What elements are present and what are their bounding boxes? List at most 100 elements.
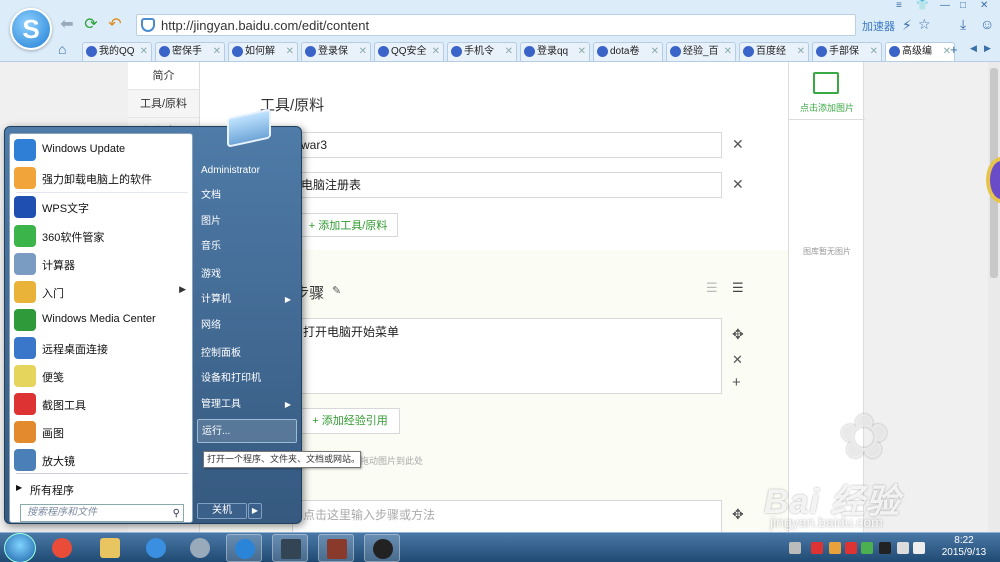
browser-tab[interactable]: 手机令 ✕ — [447, 42, 517, 61]
edit-pencil-icon[interactable]: ✎ — [332, 284, 341, 297]
browser-tab[interactable]: 登录qq ✕ — [520, 42, 590, 61]
start-place-item[interactable]: 文档 — [197, 184, 297, 208]
new-tab-button[interactable]: + — [950, 42, 958, 57]
add-reference-button[interactable]: + 添加经验引用 — [300, 408, 400, 434]
address-bar[interactable]: http://jingyan.baidu.com/edit/content — [136, 14, 856, 36]
browser-tab[interactable]: QQ安全 ✕ — [374, 42, 444, 61]
browser-tab[interactable]: 经验_百 ✕ — [666, 42, 736, 61]
undo-icon[interactable]: ↶ — [106, 16, 124, 34]
all-programs-button[interactable]: 所有程序 — [30, 482, 74, 498]
home-icon[interactable]: ⌂ — [58, 41, 66, 57]
tab-close-icon[interactable]: ✕ — [870, 43, 878, 60]
browser-tab[interactable]: 我的QQ ✕ — [82, 42, 152, 61]
taskbar-game-icon[interactable] — [318, 534, 354, 562]
user-icon[interactable]: ☺ — [980, 16, 994, 32]
left-nav-item-tools[interactable]: 工具/原料 — [128, 90, 199, 118]
add-step-icon[interactable]: + — [732, 374, 741, 391]
move-step-2-icon[interactable]: ✥ — [732, 506, 744, 523]
browser-tab[interactable]: 密保手 ✕ — [155, 42, 225, 61]
start-button[interactable] — [4, 533, 36, 562]
start-place-item[interactable]: 游戏 — [197, 263, 297, 287]
left-nav-item-intro[interactable]: 简介 — [128, 62, 199, 90]
browser-tab[interactable]: 高级编 ✕ — [885, 42, 955, 61]
taskbar-sogou-browser-icon[interactable] — [226, 534, 262, 562]
start-program-item[interactable]: 截图工具 — [10, 390, 192, 418]
tab-scroll-left-icon[interactable]: ◀ — [970, 43, 977, 54]
clock[interactable]: 8:22 2015/9/13 — [937, 535, 991, 559]
start-place-item[interactable]: 设备和打印机 — [197, 367, 297, 391]
tool-input-1[interactable]: war3 — [292, 132, 722, 158]
bolt-icon[interactable]: ⚡ — [902, 17, 912, 34]
taskbar-film-icon[interactable] — [272, 534, 308, 562]
tray-network-icon[interactable] — [897, 542, 909, 554]
shutdown-button[interactable]: 关机 — [197, 503, 247, 519]
tab-close-icon[interactable]: ✕ — [505, 43, 513, 60]
tab-close-icon[interactable]: ✕ — [724, 43, 732, 60]
tab-scroll-right-icon[interactable]: ▶ — [984, 43, 991, 54]
start-program-item[interactable]: 放大镜 — [10, 446, 192, 474]
ordered-list-icon[interactable]: ☰ — [706, 280, 718, 296]
taskbar-360-icon[interactable] — [44, 534, 80, 562]
tab-close-icon[interactable]: ✕ — [286, 43, 294, 60]
tab-close-icon[interactable]: ✕ — [432, 43, 440, 60]
start-place-item[interactable]: 控制面板 — [197, 342, 297, 366]
start-program-item[interactable]: WPS文字 — [10, 193, 192, 221]
start-place-item[interactable]: 音乐 — [197, 235, 297, 259]
start-program-item[interactable]: 便笺 — [10, 362, 192, 390]
tray-app-icon[interactable] — [811, 542, 823, 554]
move-step-1-icon[interactable]: ✥ — [732, 326, 744, 343]
add-image-button[interactable]: 点击添加图片 — [789, 62, 865, 120]
browser-tab[interactable]: 如何解 ✕ — [228, 42, 298, 61]
taskbar-ie-icon[interactable] — [138, 534, 174, 562]
tray-qq-icon[interactable] — [879, 542, 891, 554]
start-place-item[interactable]: 网络 — [197, 314, 297, 338]
delete-tool-1-icon[interactable]: ✕ — [732, 136, 744, 153]
close-window-icon[interactable]: ✕ — [980, 0, 988, 11]
start-search-input[interactable]: 搜索程序和文件 ⚲ — [20, 504, 184, 522]
step-1-textarea[interactable]: 打开电脑开始菜单 — [292, 318, 722, 394]
shutdown-options-button[interactable]: ▶ — [248, 503, 262, 519]
add-tool-button[interactable]: + 添加工具/原料 — [298, 213, 398, 237]
tray-app-icon[interactable] — [845, 542, 857, 554]
unordered-list-icon[interactable]: ☰ — [732, 280, 744, 296]
browser-tab[interactable]: 登录保 ✕ — [301, 42, 371, 61]
browser-tab[interactable]: 手部保 ✕ — [812, 42, 882, 61]
tool-input-2[interactable]: 电脑注册表 — [292, 172, 722, 198]
tab-close-icon[interactable]: ✕ — [578, 43, 586, 60]
refresh-icon[interactable]: ⟳ — [82, 16, 100, 34]
start-program-item[interactable]: Windows Update — [10, 136, 192, 164]
skin-icon[interactable]: 👕 — [916, 0, 928, 11]
taskbar-qq-icon[interactable] — [364, 534, 400, 562]
tab-close-icon[interactable]: ✕ — [651, 43, 659, 60]
address-url[interactable]: http://jingyan.baidu.com/edit/content — [161, 18, 369, 33]
start-program-item[interactable]: 计算器 — [10, 250, 192, 278]
favorite-star-icon[interactable]: ☆ — [918, 16, 931, 33]
delete-tool-2-icon[interactable]: ✕ — [732, 176, 744, 193]
start-program-item[interactable]: 强力卸载电脑上的软件 — [10, 164, 192, 192]
start-place-item[interactable]: 管理工具 ▶ — [197, 393, 297, 417]
browser-tab[interactable]: 百度经 ✕ — [739, 42, 809, 61]
accelerator-button[interactable]: 加速器 — [862, 18, 895, 34]
back-icon[interactable]: ⬅ — [58, 16, 76, 34]
minimize-icon[interactable]: — — [940, 0, 950, 11]
taskbar-safari-icon[interactable] — [182, 534, 218, 562]
tray-volume-icon[interactable] — [913, 542, 925, 554]
start-program-item[interactable]: 入门 ▶ — [10, 278, 192, 306]
download-icon[interactable]: ⤓ — [960, 16, 966, 33]
tray-app-icon[interactable] — [861, 542, 873, 554]
tab-close-icon[interactable]: ✕ — [213, 43, 221, 60]
tab-close-icon[interactable]: ✕ — [359, 43, 367, 60]
start-place-item[interactable]: 运行... — [197, 419, 297, 443]
tray-app-icon[interactable] — [829, 542, 841, 554]
start-place-item[interactable]: 计算机 ▶ — [197, 288, 297, 312]
start-program-item[interactable]: 画图 — [10, 418, 192, 446]
tray-keyboard-icon[interactable] — [789, 542, 801, 554]
taskbar-explorer-icon[interactable] — [92, 534, 128, 562]
menu-icon[interactable]: ≡ — [896, 0, 902, 11]
start-program-item[interactable]: 360软件管家 — [10, 222, 192, 250]
start-program-item[interactable]: Windows Media Center — [10, 306, 192, 334]
start-place-item[interactable]: 图片 — [197, 210, 297, 234]
maximize-icon[interactable]: □ — [960, 0, 966, 11]
tab-close-icon[interactable]: ✕ — [797, 43, 805, 60]
browser-tab[interactable]: dota卷 ✕ — [593, 42, 663, 61]
